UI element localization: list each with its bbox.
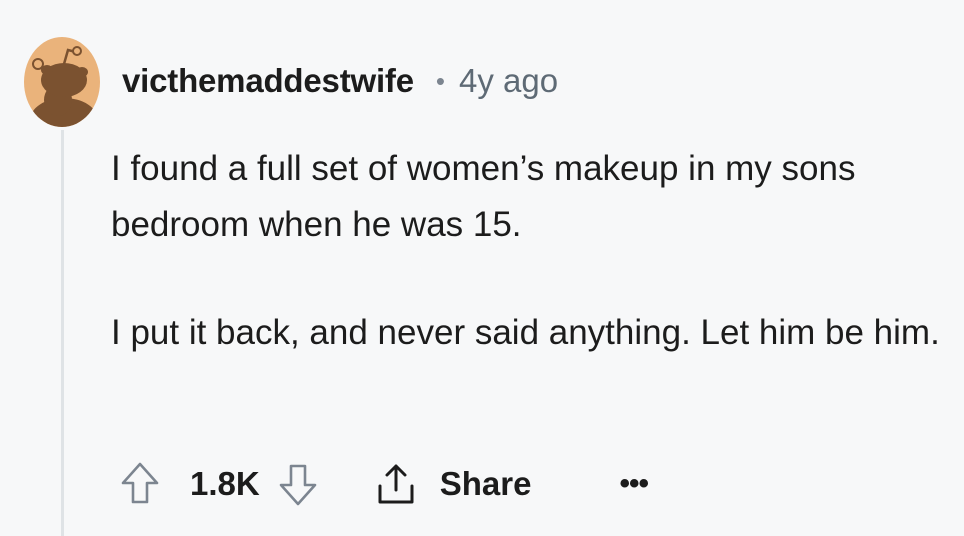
share-button[interactable]: Share xyxy=(374,460,532,508)
more-options-button[interactable]: ••• xyxy=(619,467,648,501)
username-link[interactable]: victhemaddestwife xyxy=(122,62,414,100)
upvote-arrow-icon[interactable] xyxy=(120,460,160,508)
share-label: Share xyxy=(439,465,532,502)
user-avatar[interactable] xyxy=(24,36,100,128)
meta-separator: • xyxy=(435,65,445,96)
thread-line[interactable] xyxy=(61,130,64,536)
comment-paragraph: I put it back, and never said anything. … xyxy=(111,313,940,352)
comment-header: victhemaddestwife • 4y ago xyxy=(122,58,558,104)
comment-timestamp[interactable]: 4y ago xyxy=(459,62,558,100)
share-icon xyxy=(378,464,414,504)
comment-paragraph: I found a full set of women’s makeup in … xyxy=(111,149,856,244)
snoo-avatar-icon xyxy=(24,37,100,127)
downvote-arrow-icon[interactable] xyxy=(278,460,318,508)
vote-count: 1.8K xyxy=(190,465,260,502)
comment-body: I found a full set of women’s makeup in … xyxy=(111,141,941,413)
comment-actions: 1.8K Share ••• xyxy=(120,456,649,512)
